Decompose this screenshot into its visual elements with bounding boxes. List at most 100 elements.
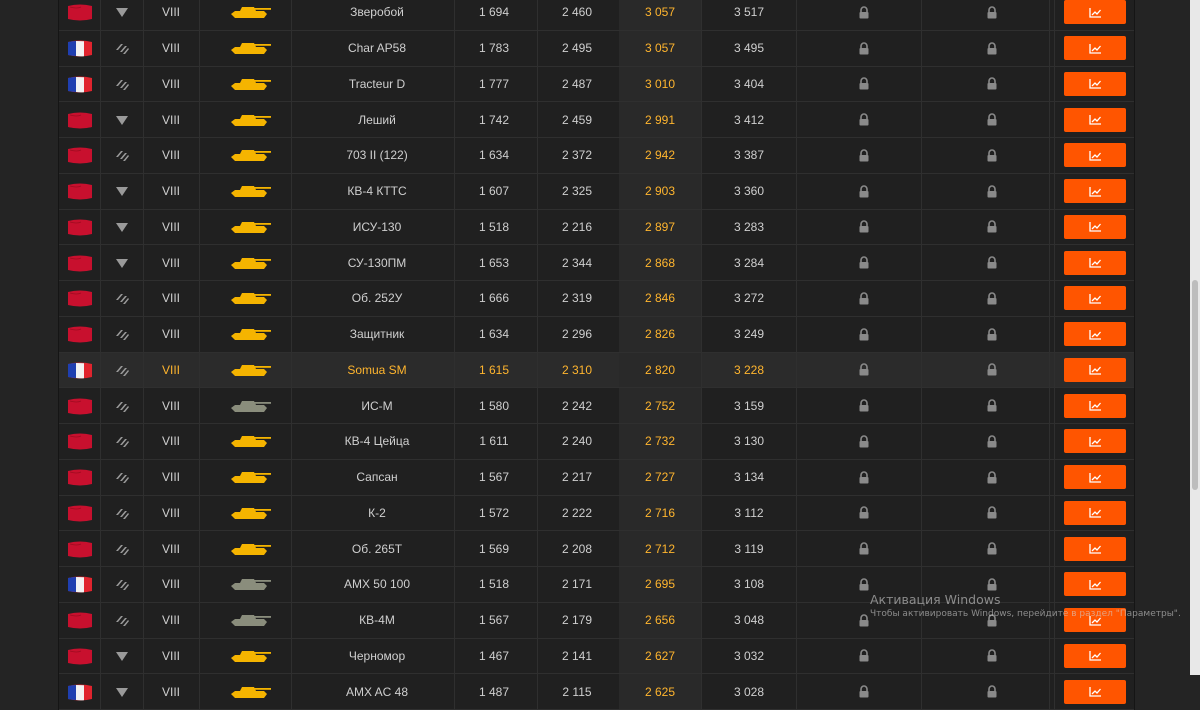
stat-value-2: 2 372 [561,148,593,163]
chart-button[interactable] [1064,286,1126,311]
nation-cell [65,353,95,388]
stat-value-1: 1 634 [478,148,510,163]
chart-button[interactable] [1064,107,1126,132]
chart-button[interactable] [1064,36,1126,61]
chart-button[interactable] [1064,500,1126,525]
scrollbar-thumb[interactable] [1192,280,1198,490]
chart-button[interactable] [1064,393,1126,418]
column-divider [701,459,702,495]
stat-value-4: 3 404 [733,76,765,91]
chart-cell [1063,281,1127,316]
class-cell [107,496,137,531]
chart-button[interactable] [1064,71,1126,96]
tank-image-cell [217,317,283,352]
tank-silhouette-icon [231,43,271,55]
medium-tank-class-icon [116,473,129,484]
tank-image-cell [217,674,283,709]
stat-value-1: 1 467 [478,648,510,663]
stat-value-3: 2 727 [619,459,701,495]
column-divider [796,138,797,173]
chart-button[interactable] [1064,143,1126,168]
column-divider [796,0,797,30]
column-divider [100,209,101,245]
tank-image-cell [217,424,283,459]
td-class-icon [116,222,128,232]
tank-silhouette-icon [231,78,271,90]
tank-silhouette-icon [231,293,271,305]
chart-button[interactable] [1064,0,1126,25]
column-divider [1054,352,1055,388]
medium-tank-class-icon [116,616,129,627]
column-divider [199,30,200,66]
column-divider [701,531,702,566]
column-divider [1049,352,1050,388]
stat-value-4: 3 283 [733,219,765,234]
column-divider [1054,638,1055,674]
chart-cell [1063,531,1127,566]
stat-value-3: 2 627 [619,638,701,674]
column-divider [143,0,144,30]
lock-icon [987,542,997,555]
class-cell [107,31,137,66]
tank-image-cell [217,388,283,423]
chart-cell [1063,31,1127,66]
column-divider [921,602,922,638]
td-class-icon [116,115,128,125]
chart-button[interactable] [1064,322,1126,347]
chart-button[interactable] [1064,643,1126,668]
tier-cell: VIII [161,505,180,520]
lock-icon [859,685,869,698]
column-divider [1049,495,1050,531]
chart-cell [1063,67,1127,102]
chart-button[interactable] [1064,572,1126,597]
stat-value-1: 1 666 [478,291,510,306]
table-row: VIII ИС-М 1 580 2 242 2 752 3 159 [59,388,1134,424]
chart-button[interactable] [1064,429,1126,454]
locked-cell [977,317,1007,352]
column-divider [291,0,292,30]
tank-name: ИС-М [361,398,393,413]
stat-value-4: 3 387 [733,148,765,163]
lock-icon [987,363,997,376]
chart-button[interactable] [1064,679,1126,704]
column-divider [796,674,797,709]
tank-silhouette-icon [231,400,271,412]
chart-button[interactable] [1064,536,1126,561]
column-divider [143,245,144,280]
column-divider [143,424,144,459]
scrollbar[interactable] [1190,0,1200,675]
tank-name: ИСУ-130 [352,219,402,234]
column-divider [1049,316,1050,352]
column-divider [291,209,292,245]
chart-icon [1088,329,1101,340]
chart-button[interactable] [1064,179,1126,204]
stat-value-1: 1 607 [478,184,510,199]
tier-cell: VIII [161,255,180,270]
locked-cell [977,174,1007,209]
ussr-flag-icon [68,433,92,450]
chart-cell [1063,174,1127,209]
chart-button[interactable] [1064,608,1126,633]
column-divider [1049,674,1050,709]
column-divider [1054,602,1055,638]
chart-button[interactable] [1064,465,1126,490]
class-cell [107,281,137,316]
chart-button[interactable] [1064,250,1126,275]
nation-cell [65,174,95,209]
column-divider [199,173,200,209]
ussr-flag-icon [68,290,92,307]
lock-icon [859,41,869,55]
tier-cell: VIII [161,148,180,163]
nation-cell [65,31,95,66]
ussr-flag-icon [68,648,92,665]
tank-silhouette-icon [231,114,271,126]
stat-value-2: 2 179 [561,613,593,628]
lock-icon [859,399,869,412]
column-divider [921,459,922,495]
chart-button[interactable] [1064,357,1126,382]
chart-button[interactable] [1064,214,1126,239]
nation-cell [65,424,95,459]
lock-icon [987,220,997,233]
locked-cell [977,245,1007,280]
column-divider [199,0,200,30]
